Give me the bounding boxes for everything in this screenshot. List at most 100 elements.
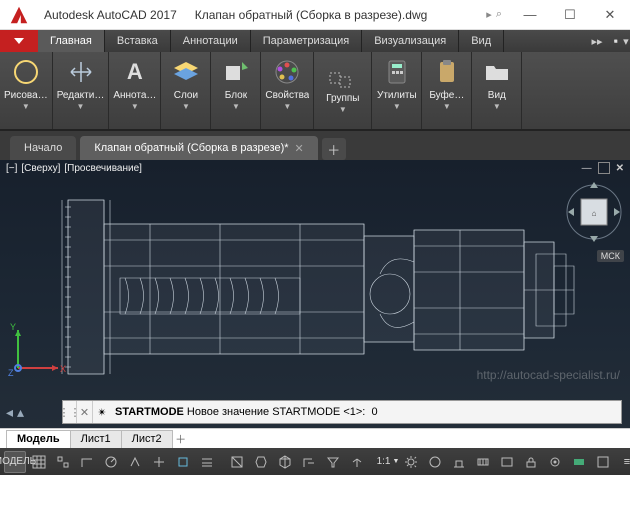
sb-scale-label: 1:1 [377,456,391,467]
nav-up-icon[interactable]: ▴ [17,404,24,421]
sb-3dosnap-icon[interactable] [274,451,296,473]
layout-tab-model[interactable]: Модель [6,430,71,448]
panel-view[interactable]: Вид ▼ [472,52,522,129]
sb-filter-icon[interactable] [322,451,344,473]
close-tab-icon[interactable]: ✕ [295,142,304,155]
panel-label: Слои [174,90,198,101]
panel-modify[interactable]: Редакти… ▼ [53,52,110,129]
panel-utilities[interactable]: Утилиты ▼ [372,52,422,129]
tab-visualization[interactable]: Визуализация [362,30,459,52]
qat-chevron-icon[interactable]: ⌕ [496,8,502,21]
panel-annotation[interactable]: A Аннота… ▼ [109,52,161,129]
viewport[interactable]: [−] [Сверху] [Просвечивание] — ✕ [0,160,630,428]
vp-close-icon[interactable]: ✕ [616,163,624,174]
sb-cleanscreen-icon[interactable] [592,451,614,473]
cmdline-close-icon[interactable]: ✕ [77,401,93,423]
app-logo[interactable] [0,0,38,30]
sb-isolate-icon[interactable] [544,451,566,473]
status-bar: МОДЕЛЬ 1:1 ▼ ≡ [0,448,630,475]
play-icon[interactable]: ▸▸ [586,30,608,52]
layers-icon [170,56,202,88]
svg-text:⌂: ⌂ [592,209,597,218]
new-tab-button[interactable]: ＋ [322,138,346,160]
layout-tab-sheet2[interactable]: Лист2 [121,430,173,448]
chevron-down-icon: ▼ [392,458,399,465]
viewport-menu[interactable]: [−] [6,163,17,174]
sb-polar-icon[interactable] [100,451,122,473]
minimize-button[interactable]: — [510,0,550,30]
vp-min-icon[interactable]: — [582,163,592,174]
vp-max-icon[interactable] [598,162,610,174]
sb-annotation-scale[interactable]: 1:1 ▼ [376,451,398,473]
sb-gizmo-icon[interactable] [346,451,368,473]
layout-tabs: Модель Лист1 Лист2 ＋ [0,428,630,448]
chevron-down-icon: ▼ [22,102,30,111]
panel-label: Рисова… [4,90,48,101]
chevron-down-icon: ▼ [283,102,291,111]
layout-tab-sheet1[interactable]: Лист1 [70,430,122,448]
nav-left-icon[interactable]: ◂ [6,404,13,421]
ribbon-toggle-icon[interactable]: ▫️▾ [608,30,630,52]
sb-autosnap-icon[interactable] [172,451,194,473]
panel-layers[interactable]: Слои ▼ [161,52,211,129]
sb-isodraft-icon[interactable] [124,451,146,473]
quick-access-toolbar: ▸ ⌕ [486,8,502,21]
cmdline-grip-icon[interactable]: ⋮⋮ [63,401,77,423]
sb-ortho-icon[interactable] [76,451,98,473]
maximize-button[interactable]: ☐ [550,0,590,30]
file-name: Клапан обратный (Сборка в разрезе).dwg [195,8,487,22]
sb-hardware-accel-icon[interactable] [568,451,590,473]
sb-osnap-icon[interactable] [148,451,170,473]
close-button[interactable]: ✕ [590,0,630,30]
sb-customize-icon[interactable]: ≡ [616,451,630,473]
drawing-area[interactable] [0,176,630,428]
sb-grid-icon[interactable] [28,451,50,473]
chevron-down-icon: ▼ [393,102,401,111]
ribbon: Рисова… ▼ Редакти… ▼ A Аннота… ▼ Слои ▼ … [0,52,630,130]
application-menu-button[interactable] [0,30,38,52]
view-cube[interactable]: ⌂ [564,178,624,248]
tab-view[interactable]: Вид [459,30,504,52]
ucs-x-label: X [60,364,66,374]
watermark: http://autocad-specialist.ru/ [477,368,620,382]
doc-tab-start[interactable]: Начало [10,136,76,160]
sb-quickprops-icon[interactable] [496,451,518,473]
viewport-visual-style[interactable]: [Просвечивание] [64,163,142,174]
tab-home[interactable]: Главная [38,30,105,52]
sb-lock-ui-icon[interactable] [520,451,542,473]
panel-draw[interactable]: Рисова… ▼ [0,52,53,129]
panel-groups[interactable]: Группы ▼ [314,52,372,129]
panel-block[interactable]: Блок ▼ [211,52,261,129]
search-icon[interactable]: ▸ [486,8,492,21]
chevron-down-icon: ▼ [339,105,347,114]
sb-snap-icon[interactable] [52,451,74,473]
document-tabs: Начало Клапан обратный (Сборка в разрезе… [0,130,630,160]
panel-label: Блок [225,90,247,101]
block-icon [220,56,252,88]
command-text: STARTMODE Новое значение STARTMODE <1>: … [111,406,378,418]
panel-properties[interactable]: Свойства ▼ [261,52,314,129]
doc-tab-current[interactable]: Клапан обратный (Сборка в разрезе)* ✕ [80,136,317,160]
sb-gear-icon[interactable] [400,451,422,473]
sb-workspace-icon[interactable] [424,451,446,473]
panel-clipboard[interactable]: Буфе… ▼ [422,52,472,129]
sb-cycling-icon[interactable] [250,451,272,473]
sb-transparency-icon[interactable] [226,451,248,473]
sb-dynducs-icon[interactable] [298,451,320,473]
add-layout-button[interactable]: ＋ [172,431,190,447]
tab-insert[interactable]: Вставка [105,30,171,52]
command-line[interactable]: ⋮⋮ ✕ ✴ STARTMODE Новое значение STARTMOD… [62,400,622,424]
sb-modelspace[interactable]: МОДЕЛЬ [4,451,26,473]
viewport-view[interactable]: [Сверху] [21,163,60,174]
cmdline-settings-icon[interactable]: ✴ [93,406,111,419]
sb-annotation-monitor-icon[interactable] [448,451,470,473]
clipboard-icon [431,56,463,88]
tab-annotations[interactable]: Аннотации [171,30,251,52]
title-bar: Autodesk AutoCAD 2017 Клапан обратный (С… [0,0,630,30]
tab-parametric[interactable]: Параметризация [251,30,362,52]
sb-lineweight-icon[interactable] [196,451,218,473]
palette-icon [271,56,303,88]
viewport-controls: [−] [Сверху] [Просвечивание] — ✕ [0,160,630,176]
wcs-label[interactable]: МСК [597,250,624,262]
sb-units-icon[interactable] [472,451,494,473]
